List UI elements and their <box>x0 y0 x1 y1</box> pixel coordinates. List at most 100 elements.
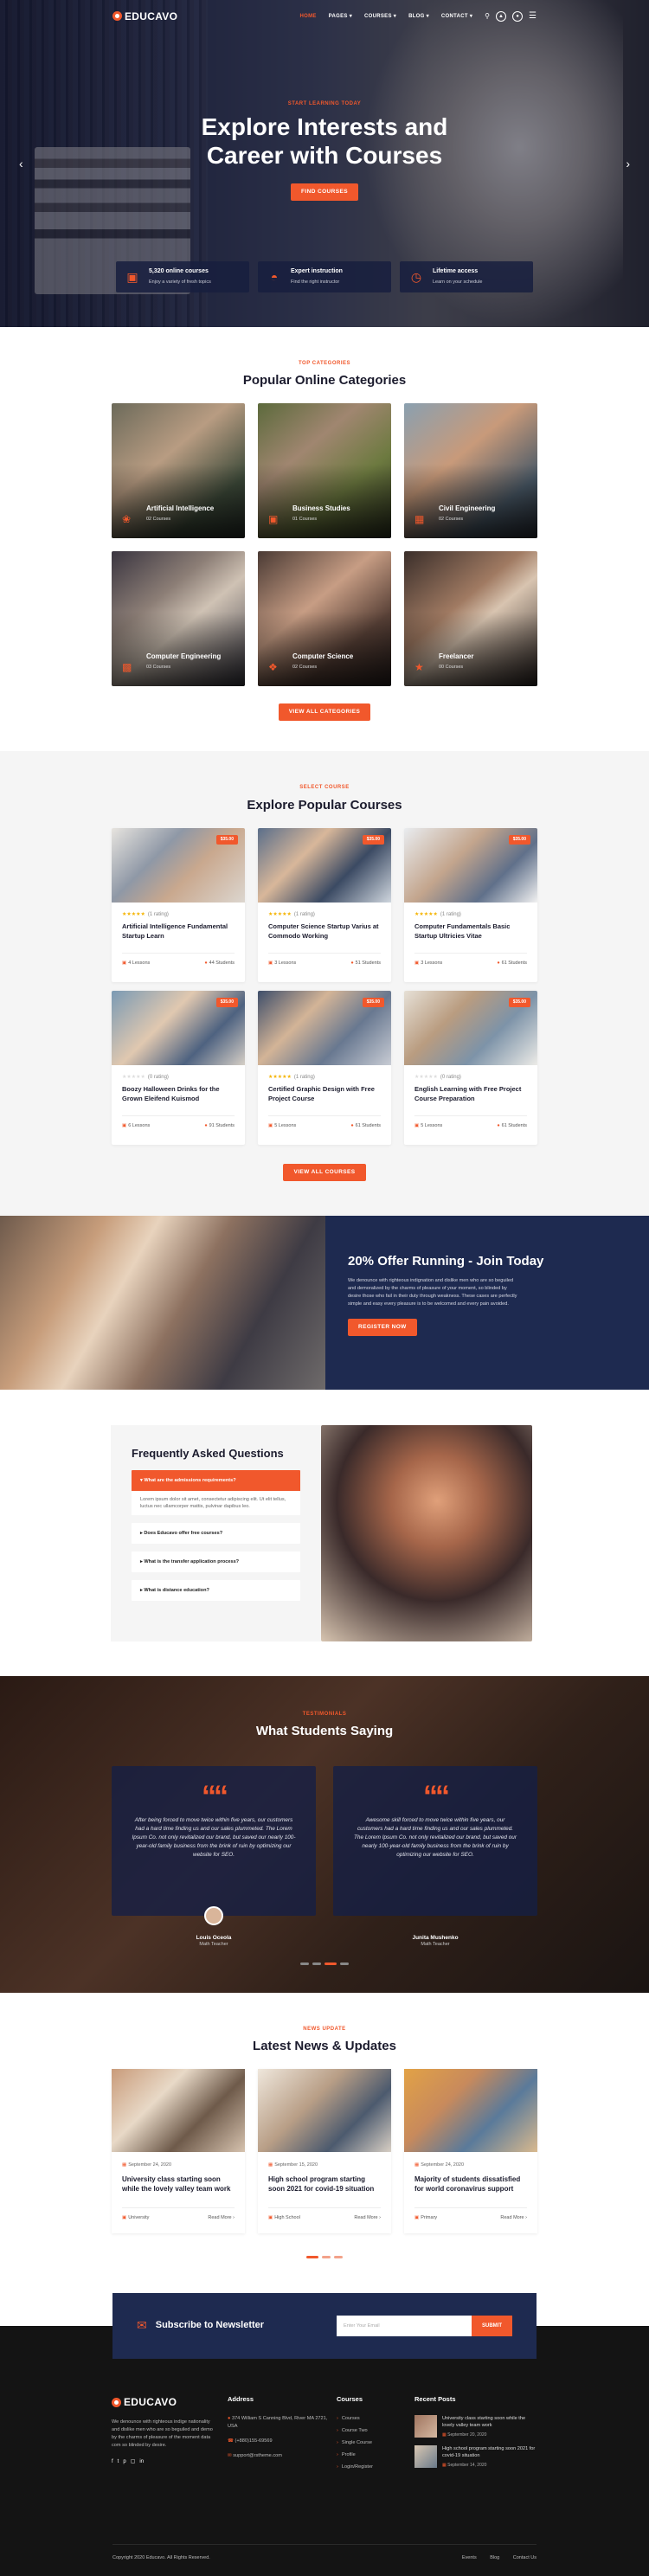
course-title[interactable]: Certified Graphic Design with Free Proje… <box>268 1084 381 1110</box>
faq-item[interactable]: ▸ Does Educavo offer free courses? <box>132 1522 300 1544</box>
faq-item[interactable]: ▸ What is the transfer application proce… <box>132 1551 300 1572</box>
read-more-link[interactable]: Read More › <box>354 2215 381 2222</box>
course-card[interactable]: $35.00 ★★★★★ (1 rating) Artificial Intellig… <box>112 827 245 982</box>
news-card[interactable]: ▦ September 15, 2020 High school program … <box>258 2069 391 2234</box>
footer-phone[interactable]: ☎ (+880)155-69569 <box>228 2438 337 2445</box>
course-title[interactable]: Boozy Halloween Drinks for the Grown Ele… <box>122 1084 235 1110</box>
category-card[interactable]: ❀ Artificial Intelligence 02 Courses <box>112 403 245 539</box>
brand-logo[interactable]: EDUCAVO <box>112 10 177 24</box>
news-category[interactable]: ▣ Primary <box>414 2215 437 2222</box>
read-more-link[interactable]: Read More › <box>500 2215 527 2222</box>
footer-email[interactable]: ✉ support@rstheme.com <box>228 2452 337 2460</box>
pagination-dot[interactable] <box>322 2256 331 2259</box>
course-price-badge: $35.00 <box>215 997 238 1007</box>
pagination-dot[interactable] <box>334 2256 343 2259</box>
cart-icon[interactable]: ▲ <box>496 11 507 22</box>
course-image: $35.00 <box>258 990 391 1065</box>
footer-logo[interactable]: EDUCAVO <box>112 2395 219 2410</box>
menu-item-pages[interactable]: PAGES ▾ <box>329 13 352 20</box>
slider-prev-arrow-icon[interactable]: ‹ <box>19 156 23 173</box>
category-card[interactable]: ★ Freelancer 00 Courses <box>404 551 537 687</box>
find-courses-button[interactable]: FIND COURSES <box>291 183 358 202</box>
pinterest-icon[interactable]: p <box>123 2458 125 2465</box>
hero-title-line-1: Explore Interests and <box>201 113 448 141</box>
course-card[interactable]: $35.00 ★★★★★ (1 rating) Computer Fundamenta… <box>404 827 537 982</box>
rating-count: (1 rating) <box>293 1074 315 1080</box>
footer-columns: EDUCAVO We denounce with righteous indig… <box>112 2359 537 2476</box>
recent-post[interactable]: University class starting soon while the… <box>414 2414 537 2438</box>
footer-about-text: We denounce with righteous indige nation… <box>112 2419 213 2448</box>
news-title: Latest News & Updates <box>253 2039 396 2054</box>
news-date-text: September 24, 2020 <box>128 2162 172 2168</box>
pagination-dot[interactable] <box>312 1962 321 1965</box>
instagram-icon[interactable]: ▢ <box>131 2458 136 2465</box>
register-now-button[interactable]: REGISTER NOW <box>348 1318 417 1336</box>
footer-course-link[interactable]: Courses <box>337 2415 414 2423</box>
faq-item-open[interactable]: ▾ What are the admissions requirements? … <box>132 1469 300 1515</box>
recent-post-date: ▦ September 20, 2020 <box>442 2432 486 2438</box>
menu-item-home[interactable]: HOME <box>299 13 316 20</box>
news-card[interactable]: ▦ September 24, 2020 University class sta… <box>112 2069 245 2234</box>
category-card[interactable]: ▩ Computer Engineering 03 Courses <box>112 551 245 687</box>
course-lessons-text: 3 Lessons <box>421 960 443 967</box>
course-lessons: ▣ 6 Lessons <box>122 1123 150 1130</box>
facebook-icon[interactable]: f <box>112 2458 113 2465</box>
view-all-categories-button[interactable]: VIEW ALL CATEGORIES <box>278 703 371 722</box>
footer-course-link[interactable]: Course Two <box>337 2427 414 2435</box>
footer-link-contact[interactable]: Contact Us <box>513 2555 537 2560</box>
feature-card: ◓ Expert instruction Find the right instr… <box>258 261 391 292</box>
footer-link-blog[interactable]: Blog <box>490 2555 499 2560</box>
quote-icon: ““ <box>202 1780 228 1814</box>
pagination-dot-active[interactable] <box>324 1962 337 1965</box>
students-icon: ● <box>204 960 208 967</box>
news-category[interactable]: ▣ University <box>122 2215 149 2222</box>
news-headline[interactable]: High school program starting soon 2021 f… <box>268 2175 381 2204</box>
news-card[interactable]: ▦ September 24, 2020 Majority of students… <box>404 2069 537 2234</box>
user-icon[interactable]: ● <box>512 11 524 22</box>
news-headline[interactable]: University class starting soon while the… <box>122 2175 235 2204</box>
book-icon: ▣ <box>414 1123 420 1129</box>
course-title[interactable]: English Learning with Free Project Cours… <box>414 1084 527 1110</box>
category-card[interactable]: ▦ Civil Engineering 02 Courses <box>404 403 537 539</box>
testimonial-role: Math Teacher <box>199 1942 228 1948</box>
course-card[interactable]: $35.00 ★★★★★ (0 rating) English Learning wi… <box>404 990 537 1145</box>
recent-post-thumbnail <box>414 2444 437 2468</box>
course-title[interactable]: Computer Science Startup Varius at Commo… <box>268 922 381 948</box>
pagination-dot-active[interactable] <box>306 2256 318 2259</box>
footer-course-link[interactable]: Profile <box>337 2451 414 2459</box>
category-card[interactable]: ▣ Business Studies 01 Courses <box>258 403 391 539</box>
course-students-text: 44 Students <box>209 960 235 967</box>
course-card[interactable]: $35.00 ★★★★★ (1 rating) Computer Science St… <box>258 827 391 982</box>
faq-item[interactable]: ▸ What is distance education? <box>132 1579 300 1601</box>
course-title[interactable]: Artificial Intelligence Fundamental Star… <box>122 922 235 948</box>
newsletter-submit-button[interactable]: SUBMIT <box>472 2316 512 2337</box>
newsletter-email-input[interactable]: Enter Your Email <box>337 2316 472 2337</box>
news-category[interactable]: ▣ High School <box>268 2215 300 2222</box>
footer-course-link[interactable]: Single Course <box>337 2439 414 2447</box>
slider-next-arrow-icon[interactable]: › <box>626 156 630 173</box>
linkedin-icon[interactable]: in <box>139 2458 144 2465</box>
menu-item-courses[interactable]: COURSES ▾ <box>364 13 396 20</box>
view-all-courses-button[interactable]: VIEW ALL COURSES <box>283 1163 366 1181</box>
hamburger-menu-icon[interactable]: ☰ <box>529 10 537 22</box>
recent-post[interactable]: High school program starting soon 2021 f… <box>414 2444 537 2469</box>
pagination-dot[interactable] <box>300 1962 309 1965</box>
course-card[interactable]: $35.00 ★★★★★ (0 rating) Boozy Halloween Dri… <box>112 990 245 1145</box>
course-image: $35.00 <box>404 990 537 1065</box>
location-pin-icon: ● <box>228 2415 231 2421</box>
hero-kicker: START LEARNING TODAY <box>287 101 362 106</box>
footer-link-events[interactable]: Events <box>462 2555 477 2560</box>
search-icon[interactable]: ⚲ <box>485 11 490 21</box>
building-icon: ▦ <box>414 513 425 526</box>
menu-item-contact[interactable]: CONTACT ▾ <box>441 13 472 20</box>
read-more-text: Read More <box>208 2214 232 2220</box>
course-title[interactable]: Computer Fundamentals Basic Startup Ultr… <box>414 922 527 948</box>
course-card[interactable]: $35.00 ★★★★★ (1 rating) Certified Graphic D… <box>258 990 391 1145</box>
footer-course-link[interactable]: Login/Register <box>337 2464 414 2471</box>
category-card[interactable]: ❖ Computer Science 02 Courses <box>258 551 391 687</box>
read-more-link[interactable]: Read More › <box>208 2215 235 2222</box>
twitter-icon[interactable]: t <box>118 2458 119 2465</box>
news-headline[interactable]: Majority of students dissatisfied for wo… <box>414 2175 527 2204</box>
menu-item-blog[interactable]: BLOG ▾ <box>408 13 429 20</box>
pagination-dot[interactable] <box>340 1962 349 1965</box>
